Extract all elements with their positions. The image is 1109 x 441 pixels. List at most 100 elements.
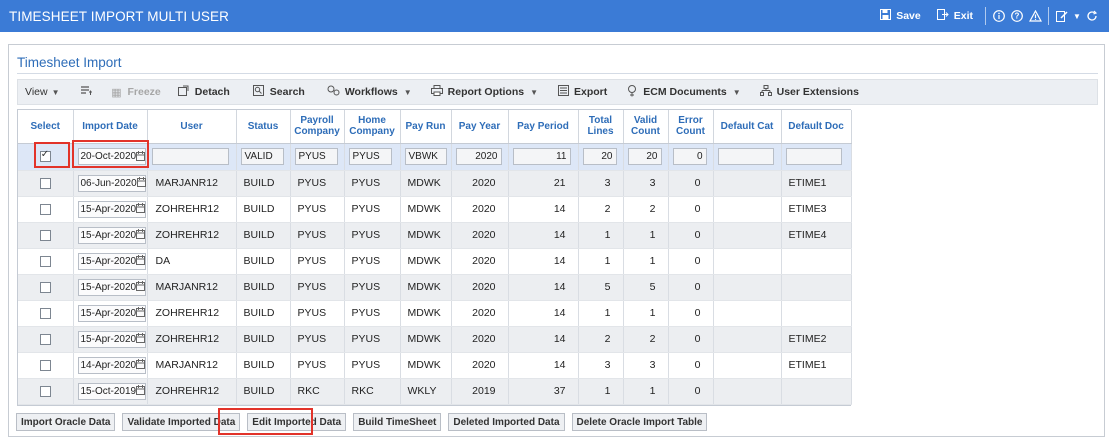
pay-period-input[interactable]: 11: [512, 148, 571, 165]
header-error-count[interactable]: Error Count: [668, 110, 714, 144]
error-count-cell[interactable]: 0: [668, 170, 714, 197]
default-cat-cell[interactable]: [713, 196, 782, 223]
table-row-editing[interactable]: 20-Oct-2020 VALID PYUS PYUS VBWK 2020 11…: [18, 143, 852, 171]
user-cell[interactable]: MARJANR12: [147, 352, 237, 379]
default-doc-cell[interactable]: [781, 274, 852, 301]
import-date-input[interactable]: 15-Apr-2020: [77, 226, 146, 244]
workflows-menu[interactable]: Workflows ▼: [327, 79, 412, 105]
header-status[interactable]: Status: [236, 110, 291, 144]
select-checkbox[interactable]: [39, 307, 51, 319]
calendar-icon[interactable]: [136, 385, 146, 397]
info-icon[interactable]: [990, 0, 1008, 32]
table-row[interactable]: 15-Apr-2020 ZOHREHR12 BUILD PYUS PYUS MDWK 202…: [18, 300, 852, 327]
status-cell[interactable]: BUILD: [236, 326, 291, 353]
pay-year-cell[interactable]: 2020: [451, 248, 509, 275]
valid-count-cell[interactable]: 1: [623, 378, 669, 405]
status-cell[interactable]: BUILD: [236, 170, 291, 197]
user-extensions-button[interactable]: User Extensions: [759, 79, 859, 105]
home-company-cell[interactable]: PYUS: [344, 143, 401, 171]
default-cat-cell[interactable]: [713, 326, 782, 353]
search-button[interactable]: Search: [252, 79, 305, 105]
default-cat-cell[interactable]: [713, 274, 782, 301]
build-timesheet-button[interactable]: Build TimeSheet: [353, 413, 442, 431]
default-doc-cell[interactable]: ETIME4: [781, 222, 852, 249]
home-company-input[interactable]: PYUS: [348, 148, 392, 165]
calendar-icon[interactable]: [136, 229, 146, 241]
default-cat-cell[interactable]: [713, 222, 782, 249]
select-checkbox[interactable]: [39, 385, 51, 397]
valid-count-cell[interactable]: 2: [623, 196, 669, 223]
pay-run-cell[interactable]: VBWK: [400, 143, 452, 171]
default-cat-cell[interactable]: [713, 378, 782, 405]
home-company-cell[interactable]: PYUS: [344, 222, 401, 249]
pay-run-cell[interactable]: MDWK: [400, 326, 452, 353]
default-doc-cell[interactable]: [781, 378, 852, 405]
edit-icon[interactable]: [1053, 0, 1071, 32]
default-doc-cell[interactable]: ETIME2: [781, 326, 852, 353]
select-checkbox[interactable]: [39, 229, 51, 241]
home-company-cell[interactable]: PYUS: [344, 326, 401, 353]
select-checkbox[interactable]: [39, 149, 51, 163]
payroll-company-cell[interactable]: PYUS: [290, 326, 345, 353]
select-checkbox[interactable]: [39, 203, 51, 215]
total-lines-cell[interactable]: 1: [578, 378, 624, 405]
header-default-cat[interactable]: Default Cat: [713, 110, 782, 144]
total-lines-cell[interactable]: 20: [578, 143, 624, 171]
user-cell[interactable]: ZOHREHR12: [147, 300, 237, 327]
error-count-cell[interactable]: 0: [668, 248, 714, 275]
payroll-company-cell[interactable]: PYUS: [290, 300, 345, 327]
header-select[interactable]: Select: [18, 110, 74, 144]
import-date-input[interactable]: 15-Apr-2020: [77, 330, 146, 348]
pay-period-cell[interactable]: 11: [508, 143, 579, 171]
default-doc-cell[interactable]: [781, 143, 852, 171]
error-count-cell[interactable]: 0: [668, 378, 714, 405]
total-lines-cell[interactable]: 5: [578, 274, 624, 301]
table-row[interactable]: 15-Apr-2020 ZOHREHR12 BUILD PYUS PYUS MDWK 202…: [18, 196, 852, 223]
payroll-company-cell[interactable]: PYUS: [290, 248, 345, 275]
user-cell[interactable]: MARJANR12: [147, 170, 237, 197]
select-checkbox[interactable]: [39, 255, 51, 267]
home-company-cell[interactable]: PYUS: [344, 274, 401, 301]
pay-period-cell[interactable]: 14: [508, 222, 579, 249]
home-company-cell[interactable]: PYUS: [344, 352, 401, 379]
import-date-input[interactable]: 06-Jun-2020: [77, 174, 146, 192]
view-menu[interactable]: View ▼: [25, 79, 60, 105]
calendar-icon[interactable]: [136, 150, 146, 163]
home-company-cell[interactable]: RKC: [344, 378, 401, 405]
payroll-company-cell[interactable]: PYUS: [290, 222, 345, 249]
freeze-button[interactable]: ▦ Freeze: [110, 79, 160, 105]
header-home-company[interactable]: Home Company: [344, 110, 401, 144]
pay-run-cell[interactable]: MDWK: [400, 352, 452, 379]
valid-count-cell[interactable]: 1: [623, 248, 669, 275]
default-doc-input[interactable]: [785, 148, 842, 165]
total-lines-cell[interactable]: 2: [578, 196, 624, 223]
default-cat-cell[interactable]: [713, 300, 782, 327]
columns-button[interactable]: [80, 79, 98, 105]
error-count-cell[interactable]: 0: [668, 326, 714, 353]
status-cell[interactable]: BUILD: [236, 248, 291, 275]
calendar-icon[interactable]: [136, 333, 146, 345]
default-doc-cell[interactable]: ETIME1: [781, 170, 852, 197]
error-count-input[interactable]: 0: [672, 148, 707, 165]
status-input[interactable]: VALID: [240, 148, 284, 165]
select-cell[interactable]: [18, 222, 74, 249]
default-doc-cell[interactable]: ETIME3: [781, 196, 852, 223]
pay-year-cell[interactable]: 2020: [451, 222, 509, 249]
error-count-cell[interactable]: 0: [668, 196, 714, 223]
table-row[interactable]: 15-Oct-2019 ZOHREHR12 BUILD RKC RKC WKLY 2019 3…: [18, 378, 852, 405]
default-cat-input[interactable]: [717, 148, 774, 165]
save-button[interactable]: Save: [872, 0, 929, 32]
calendar-icon[interactable]: [136, 307, 146, 319]
import-date-input[interactable]: 15-Apr-2020: [77, 200, 146, 218]
import-date-input[interactable]: 15-Apr-2020: [77, 252, 146, 270]
pay-year-cell[interactable]: 2020: [451, 300, 509, 327]
status-cell[interactable]: BUILD: [236, 274, 291, 301]
delete-oracle-import-table-button[interactable]: Delete Oracle Import Table: [571, 413, 708, 431]
payroll-company-input[interactable]: PYUS: [294, 148, 338, 165]
valid-count-cell[interactable]: 1: [623, 300, 669, 327]
error-count-cell[interactable]: 0: [668, 222, 714, 249]
pay-period-cell[interactable]: 14: [508, 248, 579, 275]
calendar-icon[interactable]: [136, 359, 146, 371]
select-cell[interactable]: [18, 300, 74, 327]
pay-period-cell[interactable]: 14: [508, 352, 579, 379]
